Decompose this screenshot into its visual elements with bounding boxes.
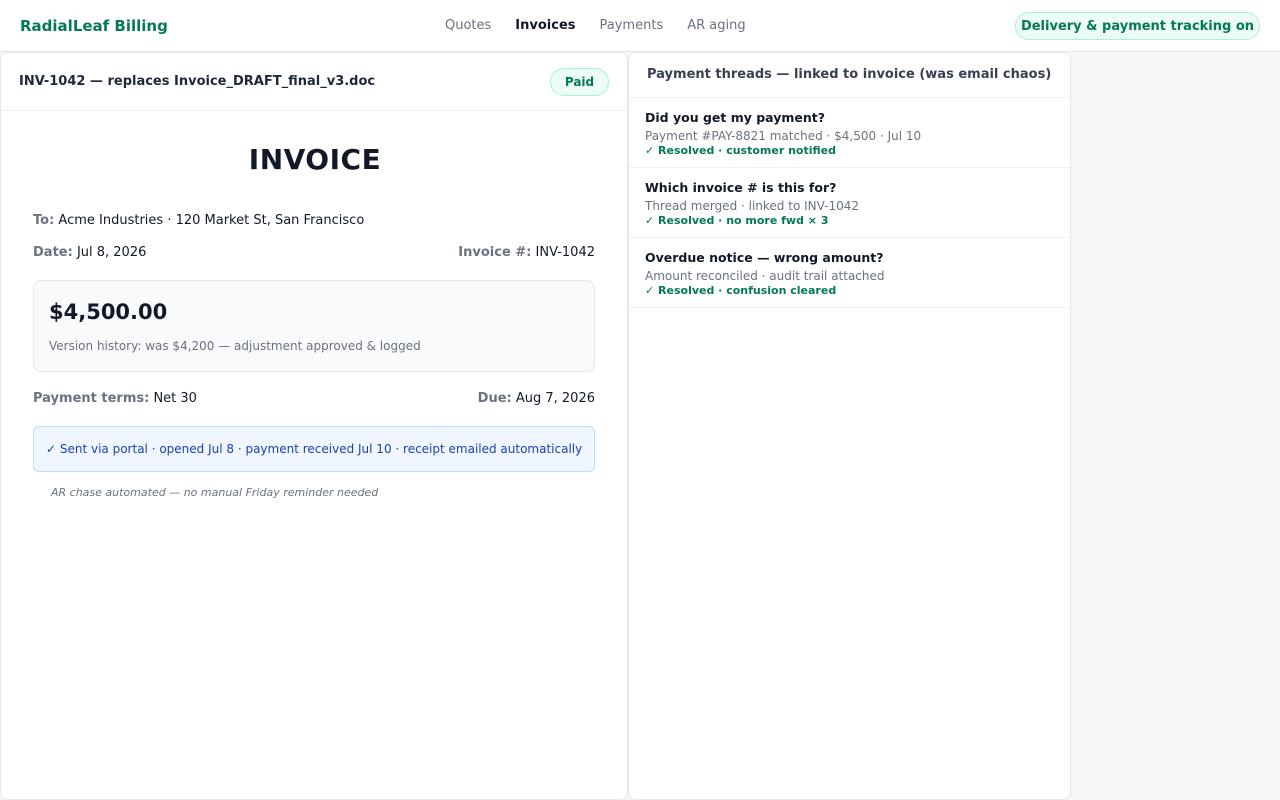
thread-item[interactable]: Did you get my payment? Payment #PAY-882… (629, 98, 1070, 168)
invoice-file-title: INV-1042 — replaces Invoice_DRAFT_final_… (19, 74, 376, 89)
invoice-number-value: INV-1042 (535, 245, 595, 260)
threads-header: Payment threads — linked to invoice (was… (629, 53, 1070, 98)
invoice-number-label: Invoice #: (458, 245, 532, 260)
thread-item[interactable]: Overdue notice — wrong amount? Amount re… (629, 238, 1070, 308)
invoice-doc-title: INVOICE (248, 143, 382, 176)
invoice-number-field: Invoice #: INV-1042 (458, 245, 595, 260)
thread-title: Did you get my payment? (645, 110, 825, 125)
nav-invoices[interactable]: Invoices (515, 18, 575, 33)
due-label: Due: (477, 391, 512, 406)
bill-to-label: To: (33, 213, 55, 228)
due-date-field: Due: Aug 7, 2026 (478, 391, 595, 406)
invoice-header: INV-1042 — replaces Invoice_DRAFT_final_… (1, 53, 627, 111)
thread-status: ✓ Resolved · customer notified (645, 144, 836, 157)
terms-value: Net 30 (153, 391, 197, 406)
nav-ar-aging[interactable]: AR aging (687, 18, 745, 33)
payment-terms-field: Payment terms: Net 30 (33, 391, 197, 406)
payment-threads-panel: Payment threads — linked to invoice (was… (628, 52, 1071, 800)
thread-status: ✓ Resolved · confusion cleared (645, 284, 837, 297)
due-value: Aug 7, 2026 (515, 391, 595, 406)
ar-automation-note: AR chase automated — no manual Friday re… (51, 486, 379, 499)
date-label: Date: (33, 245, 73, 260)
version-history[interactable]: Version history: was $4,200 — adjustment… (49, 339, 421, 353)
nav-quotes[interactable]: Quotes (445, 18, 491, 33)
thread-title: Which invoice # is this for? (645, 180, 837, 195)
thread-item[interactable]: Which invoice # is this for? Thread merg… (629, 168, 1070, 238)
delivery-status-banner: ✓ Sent via portal · opened Jul 8 · payme… (33, 426, 595, 472)
amount-box: $4,500.00 Version history: was $4,200 — … (33, 280, 595, 372)
bill-to-field: To: Acme Industries · 120 Market St, San… (33, 213, 364, 228)
invoice-panel: INV-1042 — replaces Invoice_DRAFT_final_… (0, 52, 628, 800)
invoice-date-field: Date: Jul 8, 2026 (33, 245, 146, 260)
brand-logo[interactable]: RadialLeaf Billing (20, 17, 168, 35)
thread-detail: Amount reconciled · audit trail attached (645, 269, 885, 283)
date-value: Jul 8, 2026 (76, 245, 147, 260)
bill-to-value: Acme Industries · 120 Market St, San Fra… (58, 213, 365, 228)
thread-title: Overdue notice — wrong amount? (645, 250, 884, 265)
invoice-amount: $4,500.00 (49, 300, 168, 324)
thread-detail: Thread merged · linked to INV-1042 (645, 199, 859, 213)
thread-status: ✓ Resolved · no more fwd × 3 (645, 214, 829, 227)
status-badge: Paid (550, 68, 609, 96)
thread-detail: Payment #PAY-8821 matched · $4,500 · Jul… (645, 129, 922, 143)
terms-label: Payment terms: (33, 391, 150, 406)
main-nav: Quotes Invoices Payments AR aging (445, 18, 746, 33)
tracking-status-badge: Delivery & payment tracking on (1015, 12, 1260, 40)
top-bar: RadialLeaf Billing Quotes Invoices Payme… (0, 0, 1280, 52)
nav-payments[interactable]: Payments (600, 18, 664, 33)
